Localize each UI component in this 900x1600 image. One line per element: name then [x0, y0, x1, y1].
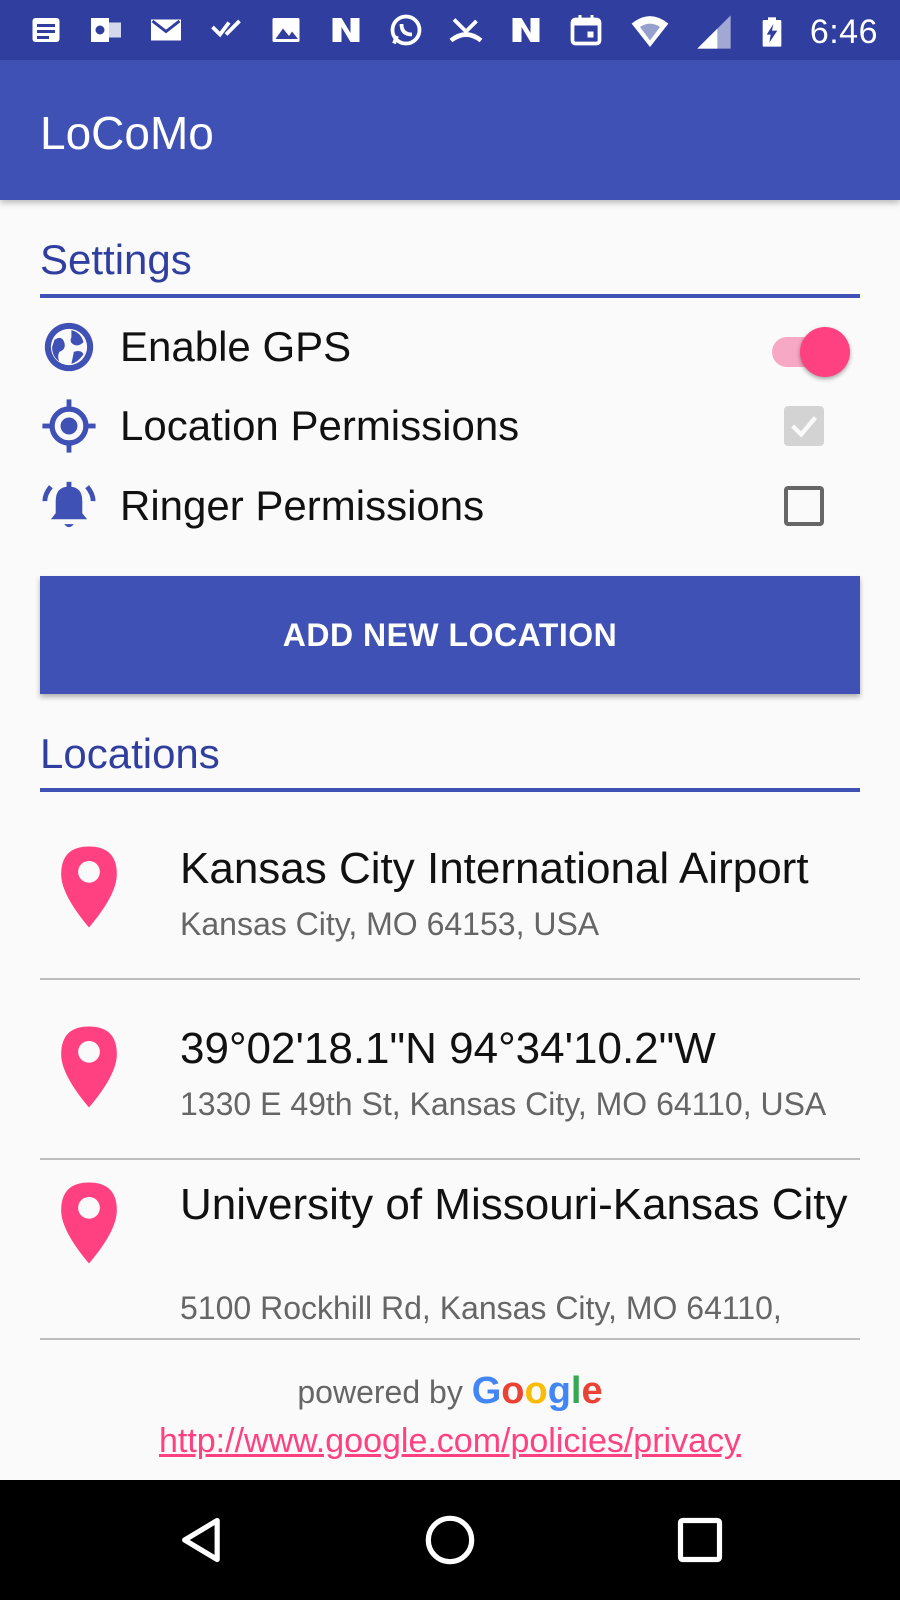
outlook-icon [91, 18, 121, 42]
n-app-icon [332, 18, 360, 42]
battery-charging-icon [762, 17, 782, 47]
status-time: 6:46 [809, 12, 878, 51]
gallery-icon [272, 18, 300, 42]
switch-thumb [800, 327, 850, 377]
app-title: LoCoMo [40, 107, 214, 159]
location-address: 1330 E 49th St, Kansas City, MO 64110, U… [180, 1086, 827, 1122]
home-icon[interactable] [424, 1514, 476, 1566]
location-address: Kansas City, MO 64153, USA [180, 906, 600, 942]
globe-icon [44, 322, 94, 372]
recents-icon[interactable] [674, 1514, 726, 1566]
gps-target-icon [42, 399, 96, 453]
location-permissions-checkbox[interactable] [784, 406, 824, 446]
setting-location-permissions[interactable]: Location Permissions [40, 391, 860, 461]
n-app-icon [512, 18, 540, 42]
list-divider [40, 1338, 860, 1340]
add-new-location-button[interactable]: ADD NEW LOCATION [40, 576, 860, 694]
status-bar: 6:46 [0, 0, 900, 60]
bell-ringing-icon [42, 481, 96, 528]
setting-label: Ringer Permissions [120, 482, 485, 529]
tasks-icon [211, 19, 241, 38]
calendar-icon [570, 15, 602, 46]
navigation-bar [0, 1480, 900, 1600]
setting-ringer-permissions[interactable]: Ringer Permissions [40, 471, 860, 541]
list-divider [40, 1158, 860, 1160]
missed-call-icon [449, 18, 483, 43]
list-divider [40, 978, 860, 980]
app-bar: LoCoMo [0, 60, 900, 200]
notes-icon [32, 18, 60, 42]
back-icon[interactable] [176, 1514, 228, 1566]
setting-enable-gps[interactable]: Enable GPS [40, 312, 860, 382]
map-pin-icon [61, 1026, 117, 1108]
whatsapp-icon [390, 14, 422, 46]
ringer-permissions-checkbox[interactable] [784, 486, 824, 526]
map-pin-icon [61, 1182, 117, 1264]
privacy-policy-link[interactable]: http://www.google.com/policies/privacy [0, 1422, 900, 1461]
location-name: 39°02'18.1"N 94°34'10.2"W [180, 1024, 716, 1073]
map-pin-icon [61, 846, 117, 928]
powered-by-google: powered by Google [0, 1370, 900, 1413]
wifi-icon [631, 16, 669, 47]
google-logo: Google [471, 1370, 603, 1412]
location-item[interactable]: 39°02'18.1"N 94°34'10.2"W 1330 E 49th St… [40, 1010, 860, 1160]
locations-heading: Locations [40, 730, 860, 792]
location-address: 5100 Rockhill Rd, Kansas City, MO 64110, [180, 1290, 782, 1326]
settings-heading: Settings [40, 236, 860, 298]
powered-by-text: powered by [297, 1374, 463, 1410]
gps-switch[interactable] [768, 321, 854, 377]
check-icon [791, 416, 817, 438]
setting-label: Location Permissions [120, 402, 520, 449]
location-name: Kansas City International Airport [180, 844, 809, 893]
gmail-icon [151, 19, 181, 41]
location-item[interactable]: University of Missouri-Kansas City 5100 … [40, 1178, 860, 1338]
location-name: University of Missouri-Kansas City [180, 1180, 848, 1229]
location-item[interactable]: Kansas City International Airport Kansas… [40, 830, 860, 980]
setting-label: Enable GPS [120, 323, 352, 370]
signal-icon [697, 15, 731, 49]
